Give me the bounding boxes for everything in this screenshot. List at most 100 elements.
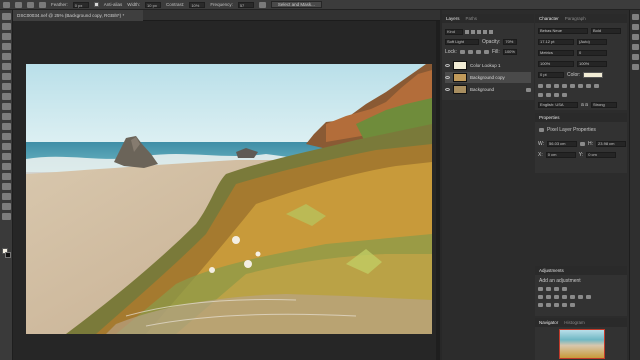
subtract-selection-icon[interactable] [39, 1, 46, 8]
color-balance-icon[interactable] [554, 295, 559, 299]
feather-input[interactable]: 0 px [72, 1, 89, 8]
select-and-mask-button[interactable]: Select and Mask... [270, 1, 322, 8]
small-caps-icon[interactable] [562, 84, 567, 88]
background-color-swatch[interactable] [5, 252, 11, 258]
language-select[interactable]: English: USA [538, 102, 578, 108]
tab-layers[interactable]: Layers [446, 14, 460, 23]
gradient-map-icon[interactable] [562, 303, 567, 307]
path-select-tool-icon[interactable] [2, 173, 11, 180]
y-field[interactable]: 0 cm [586, 152, 617, 158]
blend-mode-select[interactable]: Soft Light [445, 39, 479, 45]
lock-all-icon[interactable] [483, 50, 489, 54]
lock-transparent-icon[interactable] [459, 50, 465, 54]
brightness-contrast-icon[interactable] [538, 287, 543, 291]
underline-icon[interactable] [586, 84, 591, 88]
photo-filter-icon[interactable] [570, 295, 575, 299]
healing-brush-tool-icon[interactable] [2, 73, 11, 80]
navigator-preview[interactable] [559, 329, 605, 359]
opacity-input[interactable]: 70% [503, 39, 518, 45]
ordinals-icon[interactable] [546, 93, 551, 97]
lasso-tool-preset-icon[interactable] [3, 1, 10, 8]
font-size-input[interactable]: 17.12 pt [538, 39, 574, 45]
layer-row[interactable]: Color Lookup 1 [445, 60, 531, 71]
adjustment-filter-icon[interactable] [471, 30, 475, 34]
add-selection-icon[interactable] [27, 1, 34, 8]
leading-input[interactable]: (Auto) [577, 39, 607, 45]
hand-tool-icon[interactable] [2, 193, 11, 200]
shape-tool-icon[interactable] [2, 183, 11, 190]
link-icon[interactable] [580, 142, 586, 146]
crop-tool-icon[interactable] [2, 53, 11, 60]
visibility-eye-icon[interactable] [445, 64, 450, 67]
antialias-checkbox[interactable] [93, 2, 99, 7]
swash-icon[interactable] [562, 93, 567, 97]
history-panel-icon[interactable] [632, 14, 639, 20]
contrast-input[interactable]: 10% [189, 1, 206, 8]
brush-tool-icon[interactable] [2, 83, 11, 90]
more-tools-icon[interactable] [2, 213, 11, 220]
quick-select-tool-icon[interactable] [2, 43, 11, 50]
fractions-icon[interactable] [554, 93, 559, 97]
selective-color-icon[interactable] [570, 303, 575, 307]
baseline-shift-input[interactable]: 0 pt [538, 72, 564, 78]
channel-mixer-icon[interactable] [578, 295, 583, 299]
vertical-scrollbar[interactable] [436, 21, 440, 360]
fill-input[interactable]: 100% [502, 49, 517, 55]
new-selection-icon[interactable] [15, 1, 22, 8]
ligatures-icon[interactable] [538, 93, 543, 97]
document-tab[interactable]: DSC00034.nef @ 25% (Background copy, RGB… [13, 10, 143, 21]
brush-panel-icon[interactable] [632, 44, 639, 50]
font-family-select[interactable]: Bebas Neue [538, 28, 588, 34]
gradient-tool-icon[interactable] [2, 123, 11, 130]
antialias-select[interactable]: Strong [590, 102, 617, 108]
subscript-icon[interactable] [578, 84, 583, 88]
pen-pressure-icon[interactable] [258, 1, 266, 8]
frequency-input[interactable]: 57 [237, 1, 254, 8]
x-field[interactable]: 0 cm [545, 152, 576, 158]
invert-icon[interactable] [538, 303, 543, 307]
width-input[interactable]: 10 px [145, 1, 162, 8]
tracking-input[interactable]: 0 [577, 50, 607, 56]
kind-filter-select[interactable]: Kind [445, 29, 463, 35]
tab-navigator[interactable]: Navigator [539, 318, 558, 327]
lock-position-icon[interactable] [475, 50, 481, 54]
libraries-panel-icon[interactable] [632, 64, 639, 70]
kerning-select[interactable]: Metrics [538, 50, 574, 56]
posterize-icon[interactable] [546, 303, 551, 307]
type-tool-icon[interactable] [2, 163, 11, 170]
color-lookup-icon[interactable] [586, 295, 591, 299]
faux-italic-icon[interactable] [546, 84, 551, 88]
pixel-filter-icon[interactable] [465, 30, 469, 34]
text-color-swatch[interactable] [583, 72, 604, 78]
tab-character[interactable]: Character [539, 14, 559, 23]
threshold-icon[interactable] [554, 303, 559, 307]
font-style-select[interactable]: Bold [591, 28, 621, 34]
info-panel-icon[interactable] [632, 54, 639, 60]
vibrance-icon[interactable] [538, 295, 543, 299]
layer-row-selected[interactable]: Background copy [445, 72, 531, 83]
history-brush-tool-icon[interactable] [2, 103, 11, 110]
zoom-tool-icon[interactable] [2, 203, 11, 210]
lasso-tool-icon[interactable] [2, 33, 11, 40]
dodge-tool-icon[interactable] [2, 143, 11, 150]
smart-object-filter-icon[interactable] [489, 30, 493, 34]
shape-filter-icon[interactable] [483, 30, 487, 34]
strikethrough-icon[interactable] [594, 84, 599, 88]
hue-saturation-icon[interactable] [546, 295, 551, 299]
tab-histogram[interactable]: Histogram [564, 318, 585, 327]
pen-tool-icon[interactable] [2, 153, 11, 160]
lock-image-icon[interactable] [467, 50, 473, 54]
swatches-panel-icon[interactable] [632, 34, 639, 40]
tab-paragraph[interactable]: Paragraph [565, 14, 586, 23]
width-field[interactable]: 56.03 cm [547, 141, 578, 147]
curves-icon[interactable] [554, 287, 559, 291]
visibility-eye-icon[interactable] [445, 76, 450, 79]
document-image[interactable] [26, 64, 432, 334]
faux-bold-icon[interactable] [538, 84, 543, 88]
superscript-icon[interactable] [570, 84, 575, 88]
move-tool-icon[interactable] [2, 13, 11, 20]
horizontal-scale-input[interactable]: 100% [577, 61, 607, 67]
eyedropper-tool-icon[interactable] [2, 63, 11, 70]
visibility-eye-icon[interactable] [445, 88, 450, 91]
black-white-icon[interactable] [562, 295, 567, 299]
